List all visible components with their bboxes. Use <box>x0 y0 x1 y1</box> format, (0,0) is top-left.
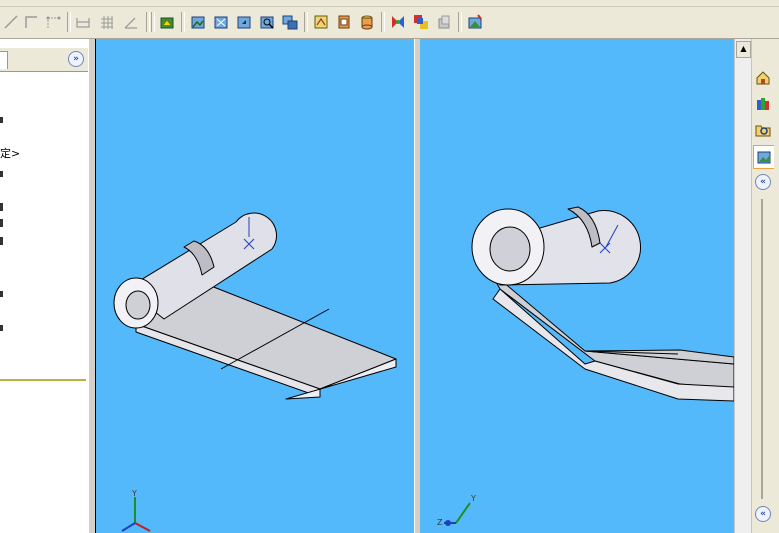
tree-node-stub[interactable] <box>0 203 3 211</box>
tree-node-stub[interactable] <box>0 117 3 123</box>
design-library-icon[interactable] <box>753 93 773 115</box>
chain-dimension-icon[interactable] <box>74 13 92 31</box>
angle-icon[interactable] <box>122 13 140 31</box>
chevron-left-icon: « <box>760 509 766 519</box>
grid-icon[interactable] <box>98 13 116 31</box>
task-pane-slider[interactable] <box>761 199 763 499</box>
hinge-model-left[interactable] <box>96 39 415 533</box>
toolbar-separator <box>146 12 150 32</box>
feature-tree-tab[interactable] <box>0 51 8 69</box>
toolbar-separator <box>181 12 185 32</box>
triad-z-axis <box>121 522 136 532</box>
rollback-bar[interactable] <box>0 379 86 381</box>
viewport-scrollbar[interactable]: ▲ <box>734 39 751 533</box>
model-barrel-hole <box>489 226 531 272</box>
zoom-area-icon[interactable] <box>235 13 253 31</box>
collapse-task-pane-button[interactable]: « <box>755 174 771 190</box>
appearances-scenes-icon[interactable] <box>753 145 774 169</box>
view-orientation-icon[interactable] <box>189 13 207 31</box>
edit-appearance-icon[interactable] <box>412 13 430 31</box>
triad-y-label: Y <box>470 494 476 503</box>
shaded-view-icon[interactable] <box>358 13 376 31</box>
triad-y-axis <box>455 502 471 524</box>
graphics-viewport-right[interactable]: Y Z <box>420 39 734 533</box>
feature-manager-tabbar: » <box>0 48 88 72</box>
collapse-bottom-button[interactable]: « <box>755 506 771 522</box>
apply-scene-icon[interactable] <box>435 13 453 31</box>
configuration-label[interactable]: 定> <box>0 145 20 161</box>
toolbar-separator <box>151 12 155 32</box>
view-triad-left[interactable]: Y <box>116 487 156 533</box>
display-style-icon[interactable] <box>312 13 330 31</box>
triad-x-axis <box>134 522 151 532</box>
toolbar-top-strip <box>0 0 779 7</box>
expand-pane-button[interactable]: » <box>68 51 84 67</box>
tree-node-stub[interactable] <box>0 219 3 227</box>
chevron-right-icon: » <box>73 54 79 64</box>
section-view-icon[interactable] <box>335 13 353 31</box>
task-pane-tabs: « « <box>751 39 779 533</box>
line-sketch-icon[interactable] <box>2 13 20 31</box>
chevron-left-icon: « <box>760 177 766 187</box>
zoom-selection-icon[interactable] <box>258 13 276 31</box>
tree-node-stub[interactable] <box>0 291 3 297</box>
view-triad-right[interactable]: Y Z <box>436 491 480 533</box>
corner-icon[interactable] <box>44 13 62 31</box>
previous-view-icon[interactable] <box>281 13 299 31</box>
rebuild-icon[interactable] <box>158 13 176 31</box>
triad-y-label: Y <box>131 489 137 498</box>
tree-node-stub[interactable] <box>0 325 3 331</box>
toolbar-separator <box>304 12 308 32</box>
zoom-to-fit-icon[interactable] <box>212 13 230 31</box>
hinge-model-right[interactable] <box>420 39 734 533</box>
feature-manager-pane: » 定> <box>0 39 89 533</box>
model-barrel-hole <box>125 290 151 320</box>
toolbar-separator <box>67 12 71 32</box>
tree-node-stub[interactable] <box>0 237 3 245</box>
tree-node-stub[interactable] <box>0 171 3 177</box>
smart-dimension-icon[interactable] <box>22 13 40 31</box>
home-icon[interactable] <box>753 67 773 89</box>
command-toolbar <box>0 0 779 39</box>
scroll-up-button[interactable]: ▲ <box>736 41 751 58</box>
triad-origin <box>445 520 451 526</box>
graphics-viewport-left[interactable]: Y <box>95 39 415 533</box>
toolbar-separator <box>381 12 385 32</box>
hide-show-items-icon[interactable] <box>389 13 407 31</box>
toolbar-separator <box>458 12 462 32</box>
file-explorer-icon[interactable] <box>753 119 773 141</box>
triad-z-label: Z <box>437 518 443 527</box>
view-settings-icon[interactable] <box>466 13 484 31</box>
